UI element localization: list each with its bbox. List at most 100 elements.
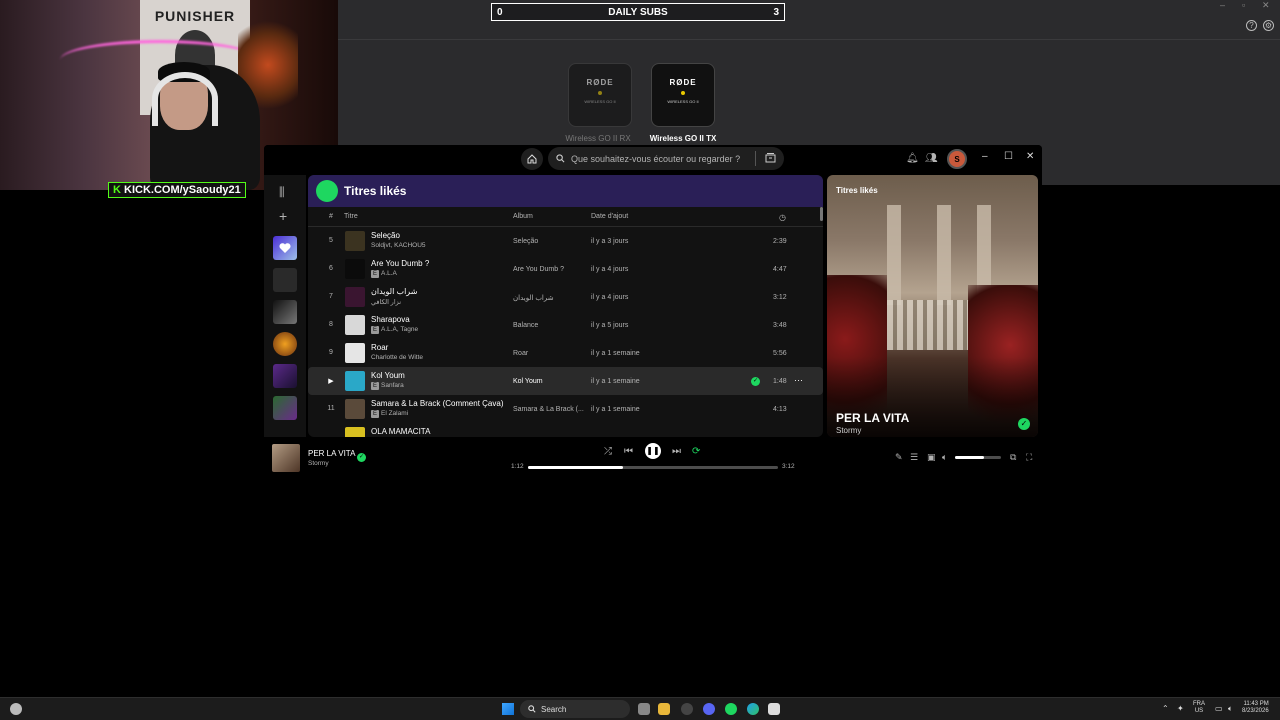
artist-link[interactable]: Soldjvt, KACHOU5 (371, 242, 426, 249)
player-track-artist[interactable]: Stormy (308, 460, 329, 467)
artist-link[interactable]: نزار الكافي (371, 299, 401, 306)
language-indicator[interactable]: FRA US (1193, 701, 1205, 715)
progress-bar[interactable] (528, 466, 778, 469)
play-button[interactable] (316, 180, 338, 202)
bell-icon[interactable]: 🔔︎ (906, 153, 919, 164)
pause-button[interactable]: ❚❚ (645, 443, 661, 459)
playlist-thumb[interactable] (273, 364, 297, 388)
playlist-thumb[interactable] (273, 268, 297, 292)
liked-songs-thumb[interactable] (273, 236, 297, 260)
track-title[interactable]: Seleção (371, 231, 400, 240)
maximize-icon[interactable]: ☐ (1004, 151, 1013, 162)
close-icon[interactable]: ✕ (1026, 151, 1034, 162)
table-row[interactable]: 11 Samara & La Brack (Comment Çava) E El … (308, 395, 823, 423)
table-row[interactable]: 6 Are You Dumb ? E A.L.A Are You Dumb ? i… (308, 255, 823, 283)
device-icon[interactable]: ▣ (927, 452, 936, 463)
search-input[interactable]: Que souhaitez-vous écouter ou regarder ? (548, 147, 784, 170)
track-artist[interactable]: Charlotte de Witte (371, 354, 423, 361)
queue-icon[interactable]: ☰ (910, 452, 918, 463)
track-title[interactable]: Roar (371, 343, 388, 352)
scrollbar[interactable] (820, 207, 823, 221)
more-options-icon[interactable]: ··· (794, 375, 803, 385)
library-icon[interactable]: ⫼ (279, 185, 285, 200)
playlist-thumb[interactable] (273, 300, 297, 324)
avatar[interactable]: S (947, 149, 967, 169)
now-playing-artist[interactable]: Stormy (836, 426, 861, 435)
discord-icon[interactable] (703, 703, 715, 715)
table-row[interactable]: OLA MAMACITA (308, 423, 823, 437)
track-album[interactable]: Samara & La Brack (... (513, 406, 584, 413)
help-icon[interactable]: ? (1246, 20, 1257, 31)
track-album[interactable]: شراب الويدان (513, 294, 554, 302)
file-explorer-icon[interactable] (658, 703, 670, 715)
network-icon[interactable]: ▭ (1215, 704, 1223, 713)
saved-check-icon[interactable]: ✓ (751, 377, 760, 386)
track-artist[interactable]: E A.L.A (371, 270, 397, 278)
artist-link[interactable]: A.L.A, Tagne (381, 326, 418, 333)
volume-icon[interactable]: 🔈︎ (942, 452, 947, 463)
maximize-icon[interactable]: ▫ (1242, 0, 1245, 10)
table-row-hovered[interactable]: ▶ Kol Youm E Sanfara Kol Youm il y a 1 se… (308, 367, 823, 395)
track-album[interactable]: Kol Youm (513, 378, 543, 385)
minimize-icon[interactable]: – (982, 151, 988, 162)
artist-link[interactable]: Sanfara (381, 382, 404, 389)
tray-app-icon[interactable]: ✦ (1177, 704, 1184, 713)
track-album[interactable]: Roar (513, 350, 528, 357)
table-row[interactable]: 5 Seleção Soldjvt, KACHOU5 Seleção il y … (308, 227, 823, 255)
col-album[interactable]: Album (513, 213, 533, 220)
device-tx[interactable]: RØDE WIRELESS GO II (651, 63, 715, 127)
friends-icon[interactable]: 👥︎ (925, 153, 938, 164)
volume-icon[interactable]: 🔈︎ (1228, 704, 1233, 714)
clock[interactable]: 11:43 PM 8/23/2026 (1242, 701, 1269, 715)
player-track-title[interactable]: PER LA VITA (308, 449, 355, 458)
track-artist[interactable]: نزار الكافي (371, 298, 401, 306)
table-row[interactable]: 9 Roar Charlotte de Witte Roar il y a 1 … (308, 339, 823, 367)
start-button[interactable] (502, 703, 514, 715)
app-icon[interactable] (768, 703, 780, 715)
track-title[interactable]: Kol Youm (371, 371, 405, 380)
saved-check-icon[interactable]: ✓ (1018, 418, 1030, 430)
shuffle-icon[interactable]: ⤮ (604, 446, 612, 457)
now-playing-title[interactable]: PER LA VITA (836, 411, 909, 425)
track-artist[interactable]: E A.L.A, Tagne (371, 326, 418, 334)
github-icon[interactable] (681, 703, 693, 715)
miniplayer-icon[interactable]: ⧉ (1010, 452, 1016, 463)
track-title[interactable]: OLA MAMACITA (371, 427, 430, 436)
minimize-icon[interactable]: – (1220, 0, 1225, 10)
artist-link[interactable]: El Zalami (381, 410, 408, 417)
clock-icon[interactable]: ◷ (779, 213, 786, 222)
playlist-thumb[interactable] (273, 396, 297, 420)
table-row[interactable]: 7 شراب الويدان نزار الكافي شراب الويدان … (308, 283, 823, 311)
play-track-icon[interactable]: ▶ (324, 377, 338, 385)
player-cover[interactable] (272, 444, 300, 472)
track-title[interactable]: Sharapova (371, 315, 410, 324)
close-icon[interactable]: ✕ (1262, 0, 1270, 11)
edge-icon[interactable] (747, 703, 759, 715)
artist-link[interactable]: A.L.A (381, 270, 397, 277)
track-album[interactable]: Balance (513, 322, 538, 329)
browse-icon[interactable] (765, 152, 776, 165)
next-icon[interactable]: ⏭︎ (672, 446, 681, 457)
artist-thumb[interactable] (273, 332, 297, 356)
track-artist[interactable]: E El Zalami (371, 410, 408, 418)
fullscreen-icon[interactable]: ⛶ (1026, 452, 1032, 463)
panel-title[interactable]: Titres likés (836, 186, 878, 195)
artist-link[interactable]: Charlotte de Witte (371, 354, 423, 361)
volume-slider[interactable] (955, 456, 1001, 459)
repeat-icon[interactable]: ⟳ (692, 446, 700, 457)
table-row[interactable]: 8 Sharapova E A.L.A, Tagne Balance il y a… (308, 311, 823, 339)
task-view-icon[interactable] (638, 703, 650, 715)
track-album[interactable]: Seleção (513, 238, 538, 245)
previous-icon[interactable]: ⏮︎ (624, 446, 633, 457)
track-artist[interactable]: Soldjvt, KACHOU5 (371, 242, 426, 249)
chevron-up-icon[interactable]: ⌃ (1162, 704, 1169, 713)
saved-check-icon[interactable]: ✓ (357, 453, 366, 462)
device-rx[interactable]: RØDE WIRELESS GO II (568, 63, 632, 127)
track-title[interactable]: شراب الويدان (371, 287, 417, 296)
taskbar-search[interactable]: Search (520, 700, 630, 718)
plus-icon[interactable]: + (279, 208, 287, 224)
track-title[interactable]: Are You Dumb ? (371, 259, 429, 268)
track-album[interactable]: Are You Dumb ? (513, 266, 564, 273)
col-title[interactable]: Titre (344, 213, 358, 220)
col-date[interactable]: Date d'ajout (591, 213, 628, 220)
